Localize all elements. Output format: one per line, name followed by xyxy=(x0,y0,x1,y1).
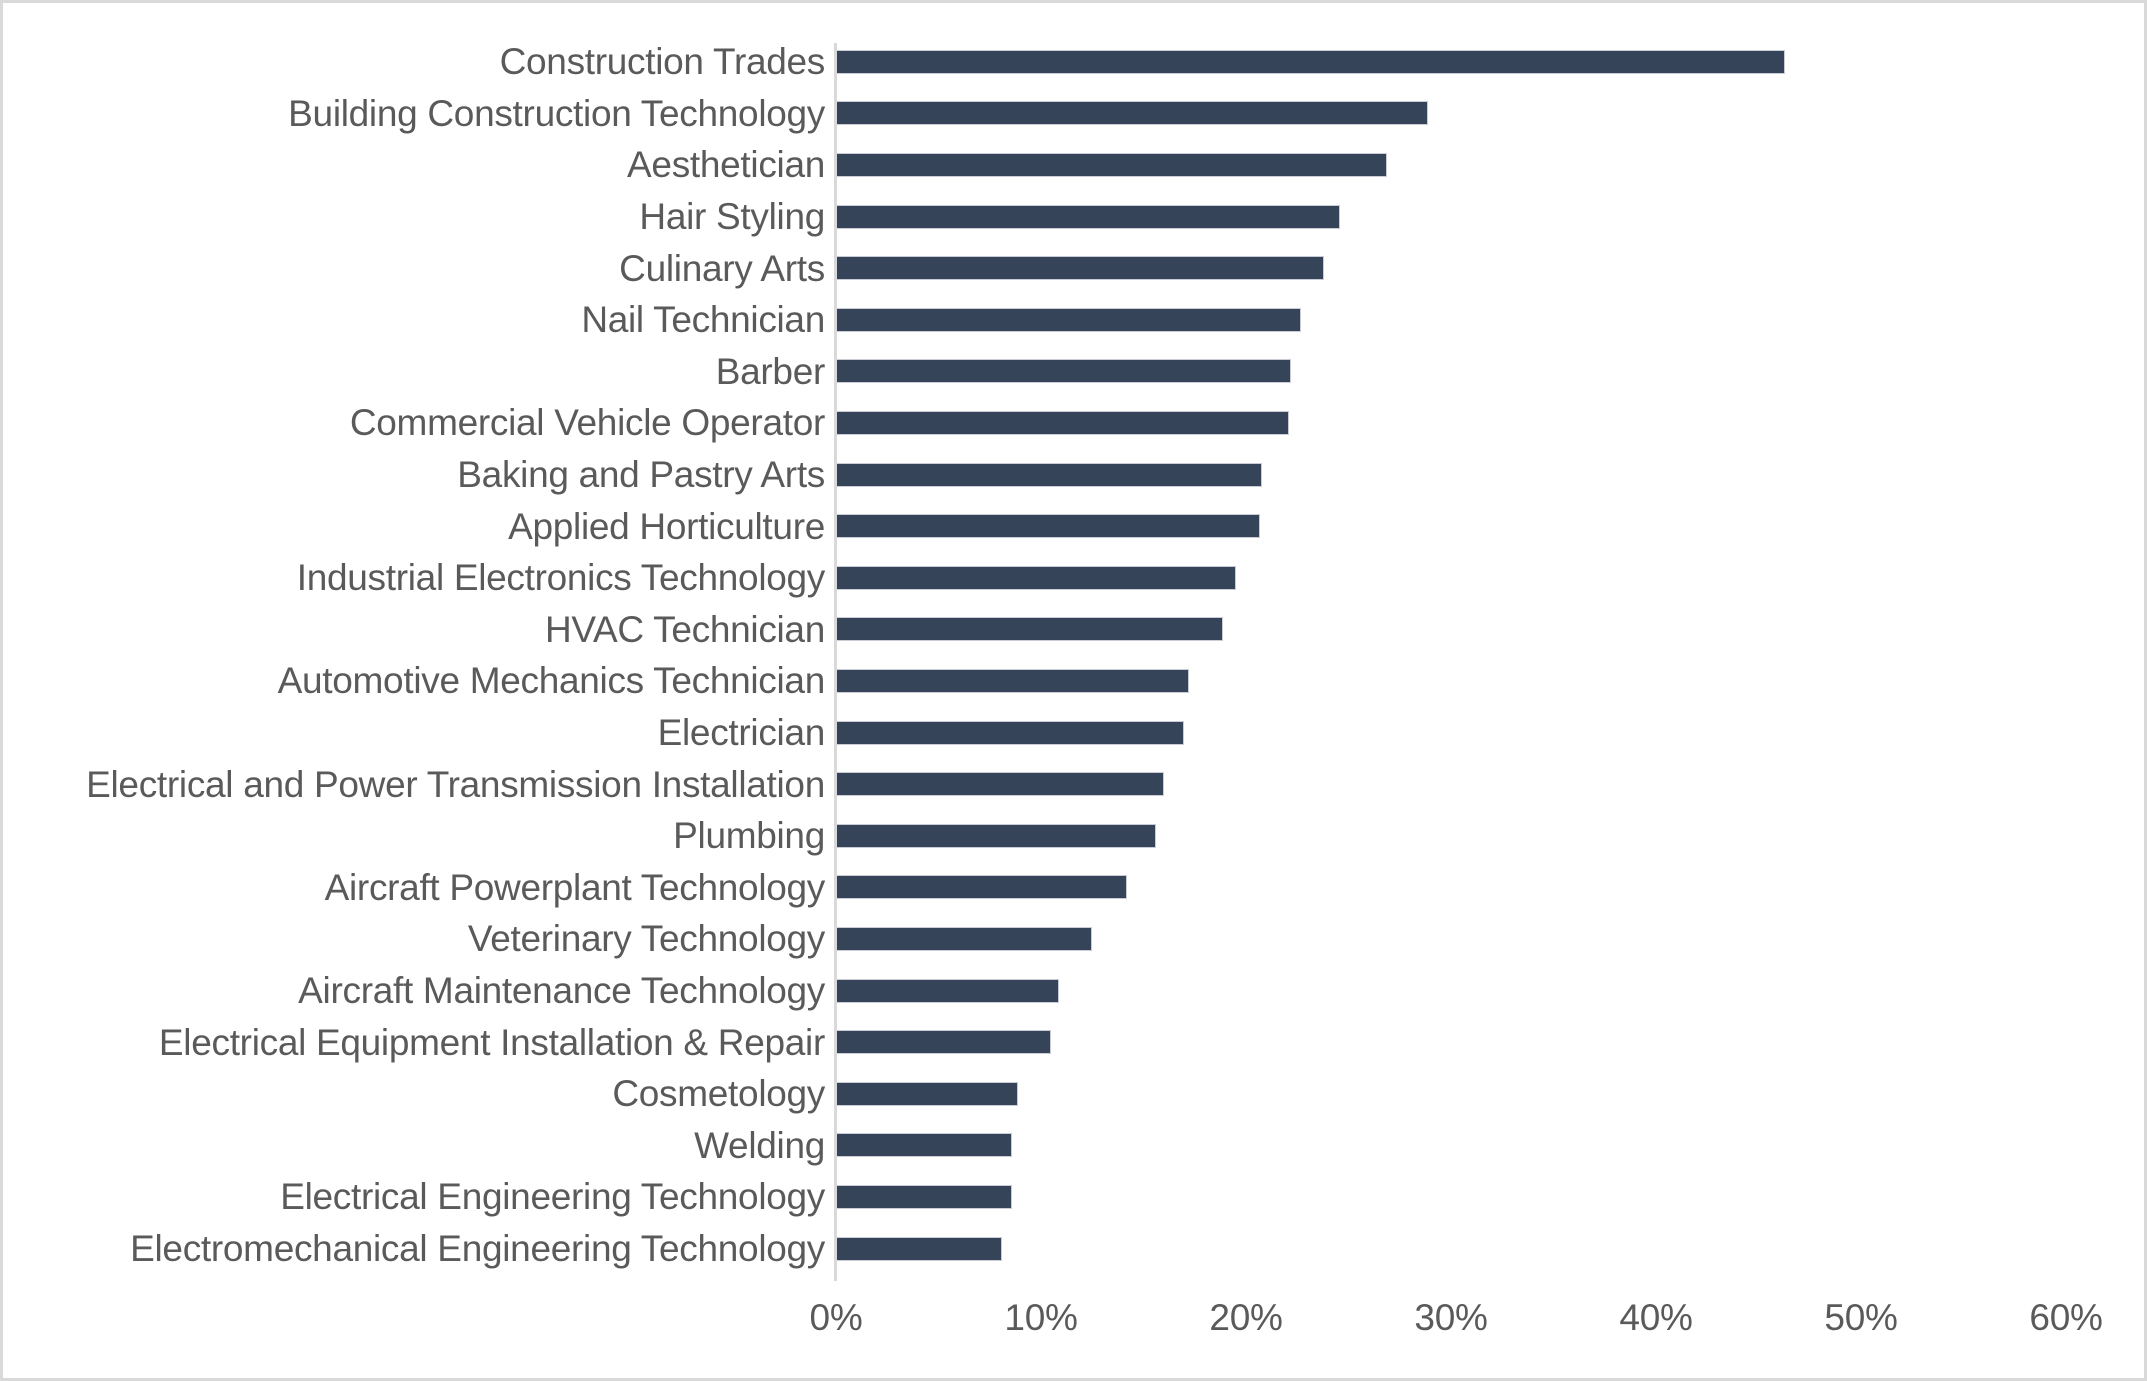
plot-area: Construction Trades Building Construction… xyxy=(3,3,2144,1378)
bar-row: Automotive Mechanics Technician xyxy=(3,655,2144,707)
bar xyxy=(836,256,1324,281)
category-label: Building Construction Technology xyxy=(288,92,825,134)
bar-row: Hair Styling xyxy=(3,191,2144,243)
category-label: Barber xyxy=(715,350,826,392)
category-label: Plumbing xyxy=(673,815,825,857)
bar xyxy=(836,1236,1002,1261)
x-axis-tick-labels: 0% 10% 20% 30% 40% 50% 60% xyxy=(3,1297,2144,1359)
bar xyxy=(836,565,1236,590)
category-label: Industrial Electronics Technology xyxy=(296,557,826,599)
category-label: Aesthetician xyxy=(627,144,825,186)
bar-row: Electromechanical Engineering Technology xyxy=(3,1223,2144,1275)
bar xyxy=(836,720,1185,745)
bar xyxy=(836,514,1261,539)
category-label: Electrical and Power Transmission Instal… xyxy=(86,763,825,805)
category-label: Aircraft Maintenance Technology xyxy=(298,970,825,1012)
bar-row: Culinary Arts xyxy=(3,242,2144,294)
category-label: Electrical Engineering Technology xyxy=(280,1176,825,1218)
bar xyxy=(836,772,1164,797)
bar-row: Baking and Pastry Arts xyxy=(3,449,2144,501)
category-label: Welding xyxy=(694,1124,825,1166)
category-label: Commercial Vehicle Operator xyxy=(349,402,825,444)
bar-row: Electrical Equipment Installation & Repa… xyxy=(3,1016,2144,1068)
bar xyxy=(836,1081,1019,1106)
bar xyxy=(836,462,1263,487)
bar xyxy=(836,1184,1013,1209)
bar-row: Veterinary Technology xyxy=(3,913,2144,965)
bar-row: Aircraft Powerplant Technology xyxy=(3,862,2144,914)
bar-row: Cosmetology xyxy=(3,1068,2144,1120)
bar xyxy=(836,307,1302,332)
bar-row: Welding xyxy=(3,1120,2144,1172)
category-label: Electrician xyxy=(657,712,826,754)
bar-row: Construction Trades xyxy=(3,36,2144,88)
bar xyxy=(836,1030,1052,1055)
x-axis-tick-label: 20% xyxy=(1209,1297,1283,1338)
category-label: Cosmetology xyxy=(612,1073,825,1115)
bar xyxy=(836,410,1289,435)
bar xyxy=(836,152,1388,177)
bar xyxy=(836,668,1189,693)
bar-row: Electrician xyxy=(3,707,2144,759)
x-axis-tick-label: 60% xyxy=(2029,1297,2103,1338)
bar xyxy=(836,49,1786,74)
category-label: Nail Technician xyxy=(581,299,825,341)
x-axis-tick-label: 50% xyxy=(1824,1297,1898,1338)
bar xyxy=(836,1133,1013,1158)
category-label: Applied Horticulture xyxy=(508,505,825,547)
category-label: HVAC Technician xyxy=(545,608,825,650)
bar xyxy=(836,875,1128,900)
category-label: Hair Styling xyxy=(639,196,825,238)
bar xyxy=(836,204,1341,229)
bar-row: Industrial Electronics Technology xyxy=(3,552,2144,604)
x-axis-tick-label: 40% xyxy=(1619,1297,1693,1338)
bar xyxy=(836,617,1224,642)
bar-row: Applied Horticulture xyxy=(3,500,2144,552)
bar xyxy=(836,926,1093,951)
bar-row: HVAC Technician xyxy=(3,604,2144,656)
category-label: Baking and Pastry Arts xyxy=(457,454,825,496)
bar-row: Aircraft Maintenance Technology xyxy=(3,965,2144,1017)
bar-row: Barber xyxy=(3,346,2144,398)
bar xyxy=(836,823,1156,848)
bar-row: Aesthetician xyxy=(3,139,2144,191)
bar xyxy=(836,101,1429,126)
x-axis-tick-label: 0% xyxy=(809,1297,863,1338)
category-label: Construction Trades xyxy=(499,41,826,83)
bar-row: Commercial Vehicle Operator xyxy=(3,397,2144,449)
bar xyxy=(836,978,1060,1003)
category-label: Culinary Arts xyxy=(619,247,825,289)
bar xyxy=(836,359,1292,384)
bar-row: Plumbing xyxy=(3,810,2144,862)
bar-row: Electrical Engineering Technology xyxy=(3,1171,2144,1223)
bar-row: Building Construction Technology xyxy=(3,88,2144,140)
value-axis-line xyxy=(834,43,837,1281)
category-label: Automotive Mechanics Technician xyxy=(277,660,826,702)
category-label: Electrical Equipment Installation & Repa… xyxy=(158,1021,825,1063)
bar-row: Electrical and Power Transmission Instal… xyxy=(3,758,2144,810)
category-label: Electromechanical Engineering Technology xyxy=(130,1228,825,1270)
category-label: Aircraft Powerplant Technology xyxy=(324,866,826,908)
category-label: Veterinary Technology xyxy=(467,918,825,960)
x-axis-tick-label: 30% xyxy=(1414,1297,1488,1338)
x-axis-tick-label: 10% xyxy=(1004,1297,1078,1338)
bar-chart-frame: Construction Trades Building Construction… xyxy=(0,0,2147,1381)
bar-row: Nail Technician xyxy=(3,294,2144,346)
